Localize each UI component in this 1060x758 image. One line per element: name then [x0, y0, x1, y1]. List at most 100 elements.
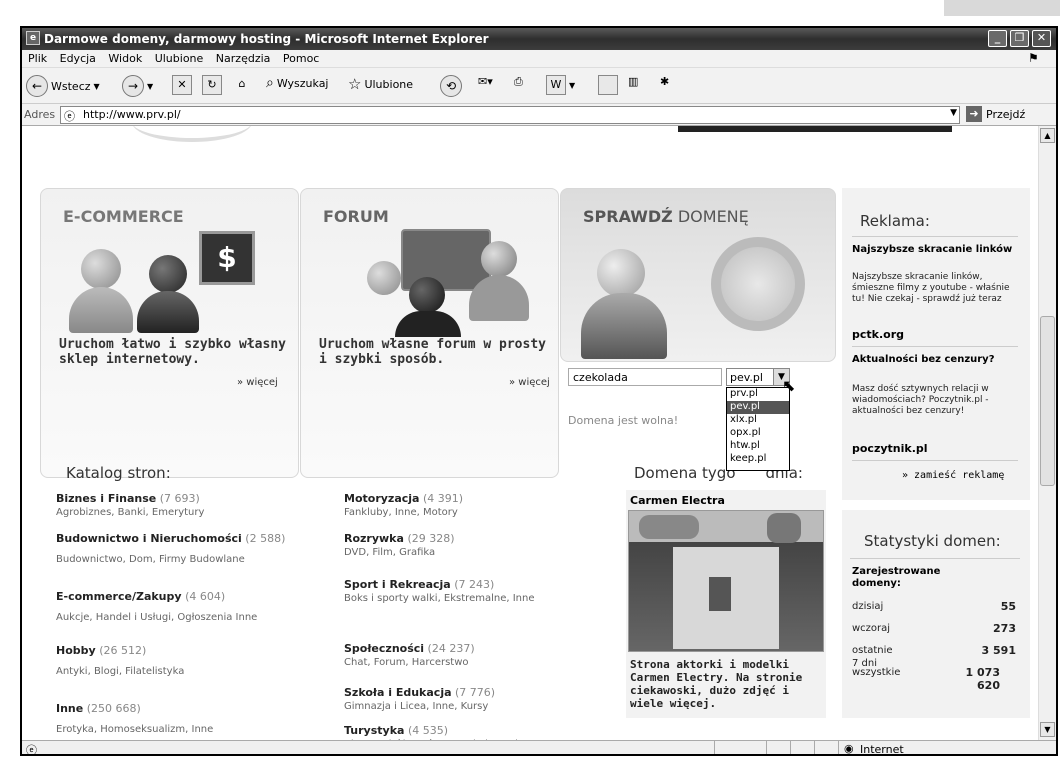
category-link[interactable]: E-commerce/Zakupy — [56, 590, 182, 603]
stats-value: 3 591 — [981, 644, 1016, 657]
ad-title[interactable]: Aktualności bez cenzury? — [852, 354, 1002, 366]
menu-plik[interactable]: Plik — [28, 52, 47, 65]
close-button[interactable]: ✕ — [1032, 30, 1051, 47]
ecommerce-text: Uruchom łatwo i szybko własny sklep inte… — [59, 337, 286, 367]
category-subs[interactable]: Antyki, Blogi, Filatelistyka — [56, 665, 184, 678]
domain-option[interactable]: xlx.pl — [727, 414, 789, 427]
domain-check-panel: SPRAWDŹ DOMENĘ — [560, 188, 836, 362]
address-label: Adres — [24, 108, 56, 121]
category-link[interactable]: Budownictwo i Nieruchomości — [56, 532, 242, 545]
category-subs[interactable]: Gimnazja i Licea, Inne, Kursy — [344, 701, 488, 712]
favorites-button[interactable]: ☆ Ulubione — [348, 75, 413, 93]
person-icon — [597, 249, 645, 297]
category-subs[interactable]: Chat, Forum, Harcerstwo — [344, 657, 469, 668]
back-arrow-icon: ← — [26, 75, 48, 97]
research-button[interactable]: ▥ — [628, 75, 638, 88]
catalog-category: Motoryzacja (4 391) Fankluby, Inne, Motor… — [344, 492, 614, 519]
domain-option[interactable]: prv.pl — [727, 388, 789, 401]
discuss-button[interactable] — [598, 75, 618, 95]
category-link[interactable]: Biznes i Finanse — [56, 492, 156, 505]
back-label: Wstecz — [51, 79, 91, 93]
stop-button[interactable]: ✕ — [172, 75, 192, 95]
category-subs[interactable]: Agrobiznes, Banki, Emerytury — [56, 507, 204, 518]
domain-option[interactable]: keep.pl — [727, 453, 789, 466]
forward-button[interactable]: → ▼ — [122, 75, 153, 97]
refresh-button[interactable]: ↻ — [202, 75, 222, 95]
chevron-down-icon[interactable]: ▼ — [950, 108, 957, 118]
catalog-category: Społeczności (24 237) Chat, Forum, Harcer… — [344, 642, 614, 669]
domain-week-screenshot[interactable] — [628, 510, 824, 652]
messenger-button[interactable]: ✱ — [660, 75, 669, 88]
menu-edycja[interactable]: Edycja — [60, 52, 96, 65]
domain-input[interactable]: czekolada — [568, 368, 722, 386]
chevron-down-icon: ▼ — [147, 81, 154, 91]
category-subs[interactable]: Aukcje, Handel i Usługi, Ogłoszenia Inne — [56, 611, 257, 624]
home-button[interactable]: ⌂ — [232, 75, 252, 95]
ie-window-icon: e — [26, 31, 40, 45]
category-count: (7 243) — [454, 578, 495, 591]
menu-widok[interactable]: Widok — [108, 52, 142, 65]
domain-option[interactable]: opx.pl — [727, 427, 789, 440]
messenger-icon: ✱ — [660, 75, 670, 88]
address-input[interactable]: ⓔ http://www.prv.pl/ ▼ — [60, 106, 960, 124]
mail-button[interactable]: ✉▾ — [478, 75, 493, 88]
catalog-category: Rozrywka (29 328) DVD, Film, Grafika — [344, 532, 614, 559]
ad-link[interactable]: pctk.org — [852, 328, 904, 341]
ad-link[interactable]: poczytnik.pl — [852, 442, 928, 455]
category-count: (2 588) — [245, 532, 286, 545]
category-link[interactable]: Rozrywka — [344, 532, 404, 545]
vertical-scrollbar[interactable]: ▲ ▼ — [1038, 126, 1056, 740]
category-link[interactable]: Hobby — [56, 644, 96, 657]
domain-week-name[interactable]: Carmen Electra — [630, 494, 725, 507]
scroll-thumb[interactable] — [1040, 316, 1055, 486]
category-subs[interactable]: Fankluby, Inne, Motory — [344, 507, 458, 518]
category-link[interactable]: Turystyka — [344, 724, 404, 737]
maximize-button[interactable]: ❐ — [1010, 30, 1029, 47]
back-button[interactable]: ← Wstecz ▼ — [26, 75, 100, 97]
history-button[interactable]: ⟲ — [440, 75, 462, 97]
minimize-button[interactable]: _ — [988, 30, 1007, 47]
catalog-category: Biznes i Finanse (7 693) Agrobiznes, Bank… — [56, 492, 316, 519]
scroll-up-button[interactable]: ▲ — [1040, 128, 1055, 143]
place-ad-link[interactable]: » zamieść reklamę — [902, 470, 1004, 481]
print-button[interactable]: ⎙ — [514, 75, 523, 89]
star-icon: ☆ — [348, 75, 362, 93]
menu-bar: Plik Edycja Widok Ulubione Narzędzia Pom… — [22, 50, 1056, 68]
category-link[interactable]: Motoryzacja — [344, 492, 419, 505]
stats-value: 1 073 620 — [965, 666, 1000, 692]
domain-check-title: SPRAWDŹ DOMENĘ — [583, 207, 749, 226]
chevron-down-icon: ▼ — [569, 80, 576, 90]
catalog-category: Sport i Rekreacja (7 243) Boks i sporty w… — [344, 578, 614, 605]
forum-text: Uruchom własne forum w prosty i szybki s… — [319, 337, 546, 367]
home-icon: ⌂ — [238, 77, 246, 90]
domain-select[interactable]: pev.pl ▼ — [726, 368, 790, 386]
person-icon — [409, 277, 445, 313]
ad-title[interactable]: Najszybsze skracanie linków — [852, 244, 1022, 256]
menu-narzedzia[interactable]: Narzędzia — [216, 52, 271, 65]
category-link[interactable]: Szkoła i Edukacja — [344, 686, 452, 699]
domain-week-box: Carmen Electra Strona aktorki i modelki … — [626, 490, 826, 718]
domain-option-selected[interactable]: pev.pl — [727, 401, 789, 414]
catalog-category: Szkoła i Edukacja (7 776) Gimnazja i Lice… — [344, 686, 614, 713]
edit-button[interactable]: W ▼ — [546, 75, 575, 95]
category-subs[interactable]: DVD, Film, Grafika — [344, 547, 435, 558]
forum-more-link[interactable]: » więcej — [509, 377, 550, 388]
category-count: (250 668) — [86, 702, 141, 715]
category-link[interactable]: Inne — [56, 702, 83, 715]
search-button[interactable]: ⌕ Wyszukaj — [266, 75, 329, 91]
menu-pomoc[interactable]: Pomoc — [283, 52, 319, 65]
domain-result: Domena jest wolna! — [568, 414, 679, 427]
domain-option[interactable]: htw.pl — [727, 440, 789, 453]
favorites-label: Ulubione — [364, 77, 414, 91]
category-subs[interactable]: Budownictwo, Dom, Firmy Budowlane — [56, 553, 245, 566]
category-subs[interactable]: Boks i sporty walki, Ekstremalne, Inne — [344, 593, 535, 604]
category-count: (24 237) — [427, 642, 475, 655]
menu-ulubione[interactable]: Ulubione — [155, 52, 204, 65]
category-link[interactable]: Społeczności — [344, 642, 424, 655]
ecommerce-more-link[interactable]: » więcej — [237, 377, 278, 388]
category-subs[interactable]: Erotyka, Homoseksualizm, Inne — [56, 723, 213, 736]
go-button[interactable]: Przejdź — [986, 108, 1025, 121]
category-link[interactable]: Sport i Rekreacja — [344, 578, 451, 591]
scroll-down-button[interactable]: ▼ — [1040, 722, 1055, 737]
go-arrow-icon[interactable]: ➜ — [966, 106, 982, 122]
